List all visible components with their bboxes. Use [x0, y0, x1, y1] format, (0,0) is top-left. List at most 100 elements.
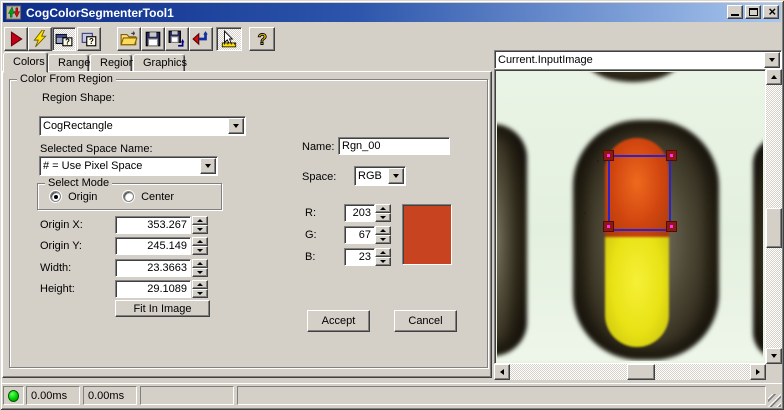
blister-pocket-top: [585, 72, 681, 82]
trigger-button[interactable]: [28, 27, 52, 51]
save-as-button[interactable]: [165, 27, 189, 51]
r-label: R:: [305, 207, 316, 219]
open-folder-icon: [120, 31, 138, 46]
scroll-right-button[interactable]: [750, 364, 766, 380]
chevron-down-icon[interactable]: [228, 118, 244, 134]
b-spinner[interactable]: [375, 248, 391, 266]
status-led-panel: [3, 386, 24, 405]
horizontal-scrollbar[interactable]: [494, 364, 766, 380]
accept-button[interactable]: Accept: [307, 310, 370, 332]
region-shape-combobox[interactable]: CogRectangle: [39, 116, 246, 136]
save-button[interactable]: [141, 27, 165, 51]
width-label: Width:: [40, 262, 72, 274]
region-selection-rectangle[interactable]: [608, 155, 671, 231]
maximize-icon: [749, 8, 758, 16]
height-input[interactable]: [115, 280, 191, 298]
image-display[interactable]: [494, 69, 766, 364]
tab-region[interactable]: Region: [90, 54, 135, 72]
b-label: B:: [305, 251, 316, 263]
name-input[interactable]: [338, 137, 450, 155]
radio-origin-circle[interactable]: [50, 191, 61, 202]
reset-button[interactable]: [189, 27, 213, 51]
show-electrodes-button[interactable]: ?: [52, 27, 76, 51]
origin-y-input[interactable]: [115, 237, 191, 255]
input-image[interactable]: [497, 72, 763, 361]
pointer-tool-button[interactable]: [216, 27, 242, 51]
scroll-down-button[interactable]: [766, 348, 782, 364]
windows-icon: ?: [55, 33, 73, 47]
minimize-icon: [731, 14, 739, 16]
tab-range[interactable]: Range: [48, 54, 90, 72]
scroll-up-button[interactable]: [766, 69, 782, 85]
svg-text:?: ?: [65, 38, 70, 47]
resize-grip[interactable]: [768, 394, 781, 407]
run-button[interactable]: [4, 27, 28, 51]
minimize-button[interactable]: [727, 5, 743, 19]
image-speck: [597, 160, 599, 162]
chevron-down-icon[interactable]: [388, 168, 404, 184]
close-icon: ×: [768, 4, 776, 19]
pointer-ruler-icon: [221, 30, 237, 48]
b-input[interactable]: [344, 248, 375, 266]
status-empty-panel-1: [140, 386, 234, 405]
g-input[interactable]: [344, 226, 375, 244]
origin-x-label: Origin X:: [40, 219, 83, 231]
tab-colors[interactable]: Colors: [3, 52, 48, 73]
image-source-combobox[interactable]: Current.InputImage: [494, 50, 782, 69]
help-icon: ?: [257, 31, 268, 48]
radio-center[interactable]: Center: [123, 191, 174, 203]
group-title: Color From Region: [17, 73, 116, 85]
height-spinner[interactable]: [192, 280, 208, 298]
status-bar: 0.00ms 0.00ms: [2, 383, 782, 407]
height-label: Height:: [40, 283, 75, 295]
cog-color-segmenter-window: CogColorSegmenterTool1 × ? ? ? Colors Ra…: [0, 0, 784, 410]
selection-handle-bottom-left[interactable]: [603, 221, 614, 232]
vertical-scrollbar[interactable]: [766, 69, 782, 364]
r-spinner[interactable]: [375, 204, 391, 222]
width-spinner[interactable]: [192, 259, 208, 277]
selection-handle-bottom-right[interactable]: [666, 221, 677, 232]
fit-in-image-button[interactable]: Fit In Image: [115, 300, 210, 317]
chevron-down-icon[interactable]: [764, 51, 780, 68]
maximize-button[interactable]: [745, 5, 761, 19]
float-window-button[interactable]: ?: [77, 27, 101, 51]
status-time1-panel: 0.00ms: [26, 386, 80, 405]
r-input[interactable]: [344, 204, 375, 222]
close-button[interactable]: ×: [763, 4, 779, 19]
vertical-scroll-thumb[interactable]: [766, 208, 782, 248]
status-time2-panel: 0.00ms: [83, 386, 137, 405]
capsule-bottom-half: [605, 237, 669, 347]
selection-handle-top-left[interactable]: [603, 150, 614, 161]
g-spinner[interactable]: [375, 226, 391, 244]
radio-center-circle[interactable]: [123, 191, 134, 202]
float-window-icon: ?: [81, 32, 97, 47]
selected-space-label: Selected Space Name:: [40, 143, 153, 155]
name-label: Name:: [302, 141, 335, 153]
g-label: G:: [305, 229, 317, 241]
tab-graphics[interactable]: Graphics: [133, 54, 187, 72]
origin-x-input[interactable]: [115, 216, 191, 234]
app-icon: [6, 5, 22, 20]
blister-pocket-left: [497, 124, 527, 356]
toolbar: ? ? ?: [3, 24, 781, 52]
blister-pocket-right: [753, 136, 763, 360]
space-combobox[interactable]: RGB: [354, 166, 406, 186]
chevron-down-icon[interactable]: [200, 158, 216, 174]
origin-y-spinner[interactable]: [192, 237, 208, 255]
image-speck: [584, 212, 586, 214]
selection-handle-top-right[interactable]: [666, 150, 677, 161]
help-button[interactable]: ?: [249, 27, 275, 51]
selected-space-combobox[interactable]: # = Use Pixel Space: [39, 156, 218, 176]
origin-x-spinner[interactable]: [192, 216, 208, 234]
horizontal-scroll-thumb[interactable]: [627, 364, 655, 380]
color-swatch: [402, 204, 452, 265]
open-file-button[interactable]: [117, 27, 141, 51]
scroll-left-button[interactable]: [494, 364, 510, 380]
cancel-button[interactable]: Cancel: [394, 310, 457, 332]
radio-origin[interactable]: Origin: [50, 191, 97, 203]
svg-text:?: ?: [89, 37, 94, 46]
svg-text:?: ?: [258, 32, 268, 48]
status-led-icon: [8, 389, 19, 402]
width-input[interactable]: [115, 259, 191, 277]
titlebar[interactable]: CogColorSegmenterTool1 ×: [3, 3, 781, 22]
